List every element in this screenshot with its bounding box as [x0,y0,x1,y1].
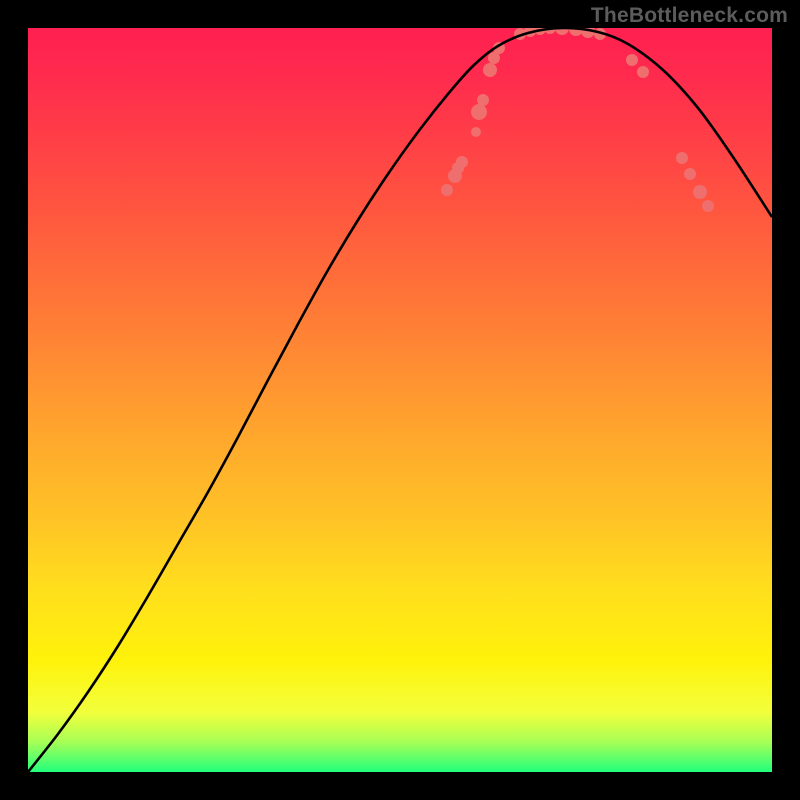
data-marker [702,200,714,212]
data-marker [471,127,481,137]
curve-svg [28,28,772,772]
plot-area [28,28,772,772]
bottleneck-curve [28,28,772,772]
chart-stage: TheBottleneck.com [0,0,800,800]
data-marker [483,63,497,77]
data-markers [441,28,714,212]
data-marker [471,104,487,120]
data-marker [693,185,707,199]
data-marker [477,94,489,106]
data-marker [684,168,696,180]
data-marker [637,66,649,78]
data-marker [456,156,468,168]
watermark-text: TheBottleneck.com [591,4,788,28]
data-marker [441,184,453,196]
data-marker [676,152,688,164]
data-marker [626,54,638,66]
